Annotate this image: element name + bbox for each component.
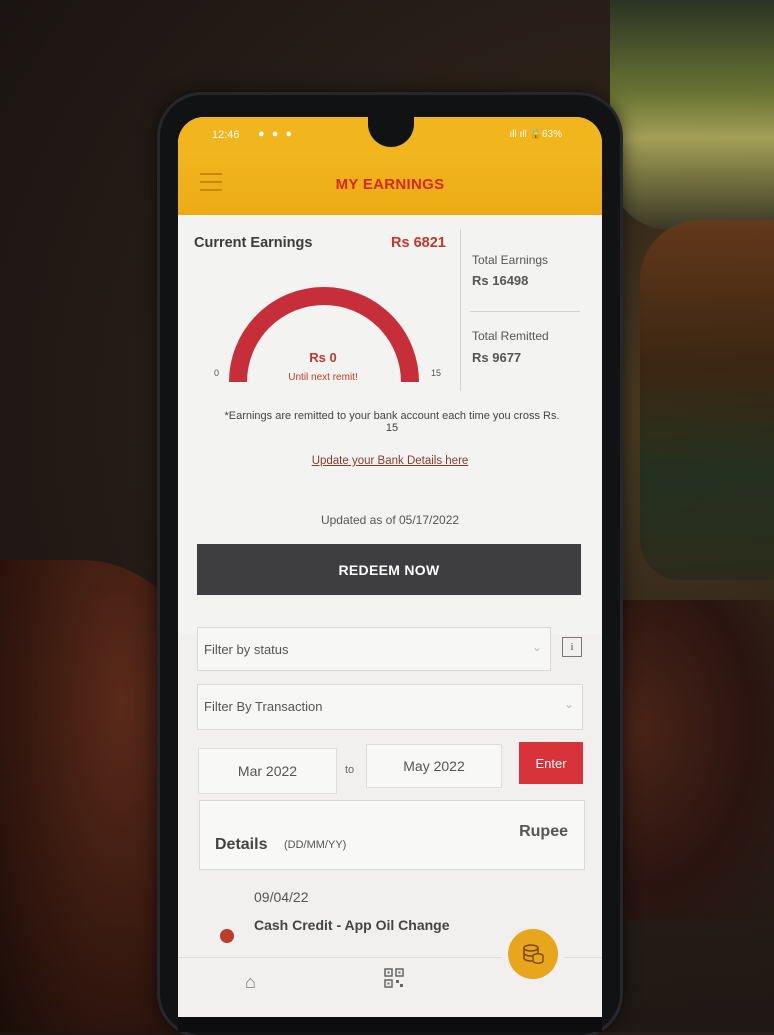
- qr-code-icon[interactable]: [384, 968, 404, 988]
- filter-transaction-placeholder: Filter By Transaction: [204, 699, 323, 714]
- background-jar: [640, 220, 774, 580]
- current-earnings-value: Rs 6821: [391, 235, 446, 251]
- filter-status-select[interactable]: Filter by status ⌄: [197, 627, 551, 671]
- gauge-value: Rs 0: [309, 350, 337, 365]
- system-nav-bar: [178, 1017, 602, 1032]
- horizontal-divider: [470, 311, 580, 312]
- currency-label: Rupee: [519, 823, 568, 840]
- status-time: 12:46: [212, 129, 240, 141]
- remit-note: *Earnings are remitted to your bank acco…: [224, 410, 560, 434]
- details-date-format: (DD/MM/YY): [284, 839, 347, 851]
- details-title: Details: [215, 836, 268, 853]
- phone-screen: 12:46 ● ● ● ıll ıll 🔒63% MY EARNINGS Cur…: [178, 117, 602, 1017]
- chevron-down-icon: ⌄: [531, 640, 542, 654]
- total-remitted-label: Total Remitted: [472, 329, 549, 343]
- total-earnings-value: Rs 16498: [472, 273, 529, 288]
- filter-status-placeholder: Filter by status: [204, 642, 289, 657]
- vertical-divider: [460, 229, 461, 391]
- gauge-fill: [229, 287, 419, 383]
- chevron-down-icon: ⌄: [563, 697, 574, 711]
- filter-transaction-select[interactable]: Filter By Transaction ⌄: [197, 684, 583, 730]
- gauge-min-label: 0: [214, 368, 220, 378]
- gauge-subtitle: Until next remit!: [288, 372, 358, 383]
- redeem-now-button[interactable]: REDEEM NOW: [197, 544, 581, 595]
- to-date-field[interactable]: May 2022: [366, 744, 502, 788]
- updated-timestamp: Updated as of 05/17/2022: [320, 513, 460, 527]
- status-notification-icons: ● ● ●: [258, 128, 295, 140]
- transaction-description[interactable]: Cash Credit - App Oil Change: [254, 917, 450, 933]
- from-date-field[interactable]: Mar 2022: [198, 748, 337, 794]
- transaction-date: 09/04/22: [254, 889, 309, 905]
- transaction-status-dot: [220, 929, 234, 943]
- enter-button[interactable]: Enter: [519, 742, 583, 784]
- info-icon[interactable]: i: [562, 637, 582, 657]
- total-earnings-label: Total Earnings: [472, 253, 549, 267]
- status-signal-battery: ıll ıll 🔒63%: [509, 129, 562, 140]
- home-icon[interactable]: ⌂: [245, 972, 256, 993]
- date-range-to-label: to: [345, 764, 355, 776]
- current-earnings-label: Current Earnings: [194, 235, 313, 251]
- background-hand-right: [600, 600, 774, 920]
- background-object: [610, 0, 774, 230]
- total-remitted-value: Rs 9677: [472, 350, 522, 365]
- gauge-max-label: 15: [431, 368, 442, 378]
- details-header: Details (DD/MM/YY) Rupee: [199, 800, 585, 870]
- update-bank-details-link[interactable]: Update your Bank Details here: [178, 455, 602, 467]
- coins-stack-icon: [523, 944, 544, 964]
- coins-icon[interactable]: [508, 929, 558, 979]
- app-bar: MY EARNINGS: [178, 155, 602, 215]
- page-title: MY EARNINGS: [335, 176, 445, 193]
